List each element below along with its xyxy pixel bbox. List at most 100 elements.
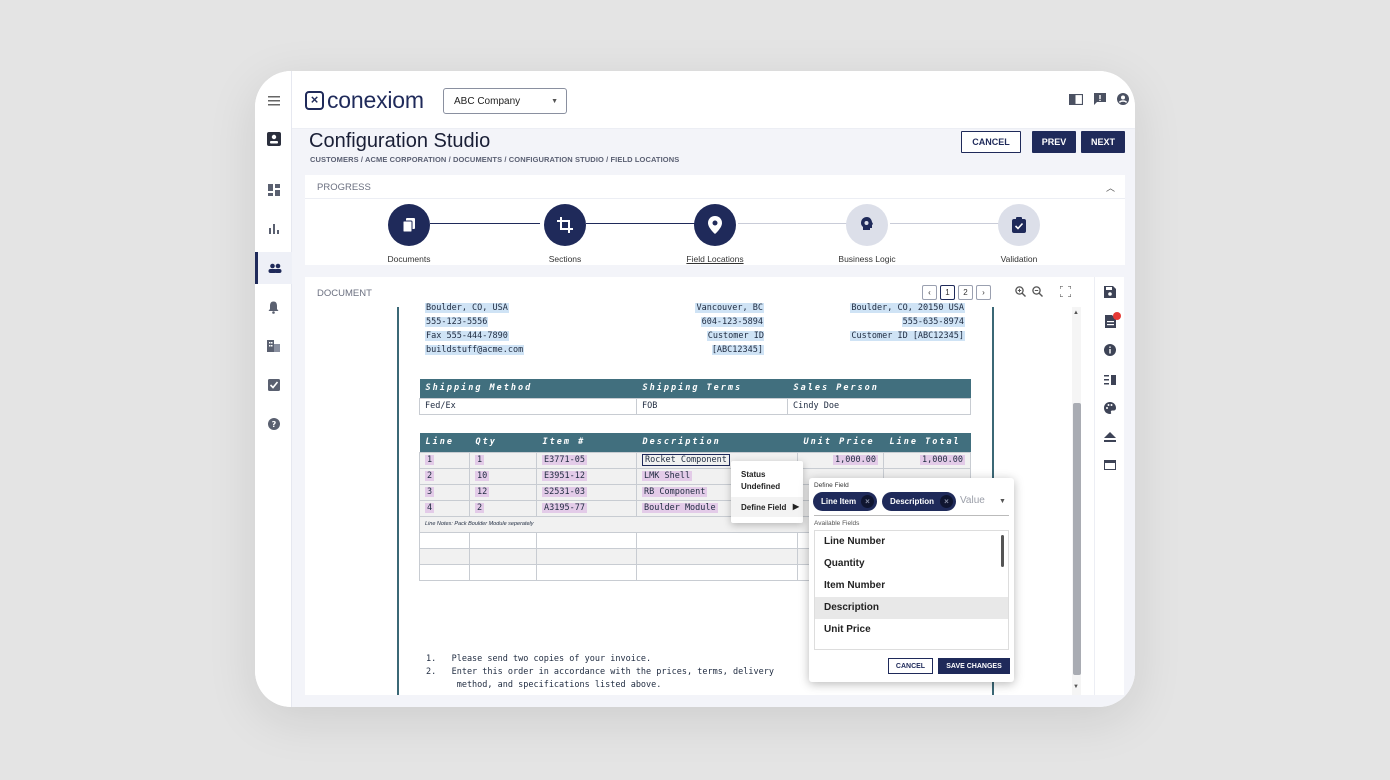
window-icon[interactable] bbox=[1095, 459, 1125, 473]
fullscreen-icon[interactable] bbox=[1059, 285, 1072, 300]
shipping-cell[interactable]: Cindy Doe bbox=[787, 397, 971, 415]
progress-header[interactable]: PROGRESS ︿ bbox=[305, 175, 1125, 199]
prev-button[interactable]: PREV bbox=[1032, 131, 1076, 153]
shipping-header: Shipping Terms bbox=[636, 379, 788, 398]
address-block-right: Boulder, CO, 20150 USA 555-635-8974 Cust… bbox=[839, 301, 965, 343]
alert-badge bbox=[1113, 312, 1121, 320]
palette-icon[interactable] bbox=[1095, 402, 1125, 417]
field-option[interactable]: Line Number bbox=[815, 531, 1008, 553]
shipping-cell[interactable]: Fed/Ex bbox=[419, 397, 637, 415]
step-business-logic[interactable]: Business Logic bbox=[807, 204, 927, 264]
address-text[interactable]: Vancouver, BC bbox=[695, 303, 764, 313]
item-number-cell[interactable]: A3195-77 bbox=[542, 503, 587, 513]
right-toolbar bbox=[1094, 277, 1124, 695]
left-sidebar: ? bbox=[255, 71, 292, 707]
step-field-locations[interactable]: Field Locations bbox=[655, 204, 775, 264]
step-sections[interactable]: Sections bbox=[505, 204, 625, 264]
document-scrollbar[interactable]: ▲ ▼ bbox=[1072, 307, 1081, 695]
checklist-icon[interactable] bbox=[255, 369, 292, 401]
phone-text[interactable]: 604-123-5894 bbox=[700, 317, 764, 327]
people-icon[interactable] bbox=[255, 252, 292, 284]
chevron-down-icon[interactable]: ▼ bbox=[999, 498, 1006, 505]
chip-line-item[interactable]: Line Item × bbox=[813, 492, 877, 511]
description-cell-selected[interactable]: Rocket Component bbox=[642, 454, 730, 466]
line-total-cell[interactable]: 1,000.00 bbox=[920, 455, 965, 465]
info-icon[interactable] bbox=[1095, 344, 1125, 359]
crop-icon bbox=[544, 204, 586, 246]
item-number-cell[interactable]: E3771-05 bbox=[542, 455, 587, 465]
value-input[interactable]: Value bbox=[960, 495, 985, 506]
shipping-cell[interactable]: FOB bbox=[636, 397, 788, 415]
phone-text[interactable]: 555-123-5556 bbox=[425, 317, 489, 327]
field-option-selected[interactable]: Description bbox=[815, 597, 1008, 619]
qty-cell[interactable]: 10 bbox=[475, 471, 490, 481]
chevron-up-icon[interactable]: ︿ bbox=[1106, 181, 1115, 194]
zoom-controls bbox=[1015, 286, 1043, 300]
popup-cancel-button[interactable]: CANCEL bbox=[888, 658, 933, 674]
next-button[interactable]: NEXT bbox=[1081, 131, 1125, 153]
save-icon[interactable] bbox=[1095, 286, 1125, 301]
zoom-in-icon[interactable] bbox=[1015, 286, 1026, 300]
chip-remove-icon[interactable]: × bbox=[861, 495, 874, 508]
available-fields-label: Available Fields bbox=[814, 520, 860, 527]
scroll-up-icon[interactable]: ▲ bbox=[1073, 310, 1079, 316]
bell-icon[interactable] bbox=[255, 291, 292, 323]
prev-page-button[interactable]: ‹ bbox=[922, 285, 937, 300]
document-alert-icon[interactable] bbox=[1095, 312, 1125, 331]
chip-description[interactable]: Description × bbox=[882, 492, 956, 511]
unit-price-cell[interactable]: 1,000.00 bbox=[833, 455, 878, 465]
qty-cell[interactable]: 12 bbox=[475, 487, 490, 497]
list-scroll-thumb[interactable] bbox=[1001, 535, 1004, 567]
define-field-menu-item[interactable]: Define Field ▶ bbox=[731, 497, 803, 517]
brand-logo[interactable]: × conexiom bbox=[305, 89, 424, 112]
fax-text[interactable]: Fax 555-444-7890 bbox=[425, 331, 509, 341]
eject-icon[interactable] bbox=[1095, 431, 1125, 445]
contact-card-icon[interactable] bbox=[255, 123, 292, 155]
step-documents[interactable]: Documents bbox=[349, 204, 469, 264]
zoom-out-icon[interactable] bbox=[1032, 286, 1043, 300]
step-validation[interactable]: Validation bbox=[959, 204, 1079, 264]
progress-panel: PROGRESS ︿ Documents Sections Field Loca… bbox=[305, 175, 1125, 265]
line-number-cell[interactable]: 1 bbox=[425, 455, 435, 465]
top-icons bbox=[1068, 93, 1129, 108]
scroll-thumb[interactable] bbox=[1073, 403, 1081, 675]
scroll-down-icon[interactable]: ▼ bbox=[1073, 684, 1079, 690]
description-cell[interactable]: RB Component bbox=[642, 487, 708, 497]
address-text[interactable]: Boulder, CO, USA bbox=[425, 303, 509, 313]
chip-remove-icon[interactable]: × bbox=[940, 495, 953, 508]
item-number-cell[interactable]: S2531-03 bbox=[542, 487, 587, 497]
customer-id-text[interactable]: Customer ID [ABC12345] bbox=[850, 331, 965, 341]
customer-id-text[interactable]: Customer ID [ABC12345] bbox=[706, 331, 764, 355]
description-cell[interactable]: Boulder Module bbox=[642, 503, 718, 513]
menu-icon[interactable] bbox=[255, 85, 292, 117]
line-number-cell[interactable]: 4 bbox=[425, 503, 435, 513]
line-number-cell[interactable]: 2 bbox=[425, 471, 435, 481]
company-select[interactable]: ABC Company ▼ bbox=[443, 88, 567, 114]
field-option[interactable]: Item Number bbox=[815, 575, 1008, 597]
feedback-icon[interactable] bbox=[1094, 93, 1106, 108]
bar-chart-icon[interactable] bbox=[255, 213, 292, 245]
item-number-cell[interactable]: E3951-12 bbox=[542, 471, 587, 481]
page-button-1[interactable]: 1 bbox=[940, 285, 955, 300]
cancel-button[interactable]: CANCEL bbox=[961, 131, 1021, 153]
field-option[interactable]: Unit Price bbox=[815, 619, 1008, 641]
book-icon[interactable] bbox=[1068, 93, 1084, 108]
breadcrumb[interactable]: CUSTOMERS / ACME CORPORATION / DOCUMENTS… bbox=[310, 155, 679, 164]
columns-icon[interactable] bbox=[1095, 374, 1125, 388]
step-label: Sections bbox=[548, 254, 582, 264]
address-text[interactable]: Boulder, CO, 20150 USA bbox=[850, 303, 965, 313]
description-cell[interactable]: LMK Shell bbox=[642, 471, 693, 481]
dashboard-icon[interactable] bbox=[255, 174, 292, 206]
building-icon[interactable] bbox=[255, 330, 292, 362]
line-number-cell[interactable]: 3 bbox=[425, 487, 435, 497]
save-changes-button[interactable]: SAVE CHANGES bbox=[938, 658, 1010, 674]
qty-cell[interactable]: 2 bbox=[475, 503, 485, 513]
qty-cell[interactable]: 1 bbox=[475, 455, 485, 465]
help-icon[interactable]: ? bbox=[255, 408, 292, 440]
page-button-2[interactable]: 2 bbox=[958, 285, 973, 300]
phone-text[interactable]: 555-635-8974 bbox=[901, 317, 965, 327]
field-option[interactable]: Quantity bbox=[815, 553, 1008, 575]
email-text[interactable]: buildstuff@acme.com bbox=[425, 345, 525, 355]
next-page-button[interactable]: › bbox=[976, 285, 991, 300]
account-icon[interactable] bbox=[1117, 93, 1129, 108]
